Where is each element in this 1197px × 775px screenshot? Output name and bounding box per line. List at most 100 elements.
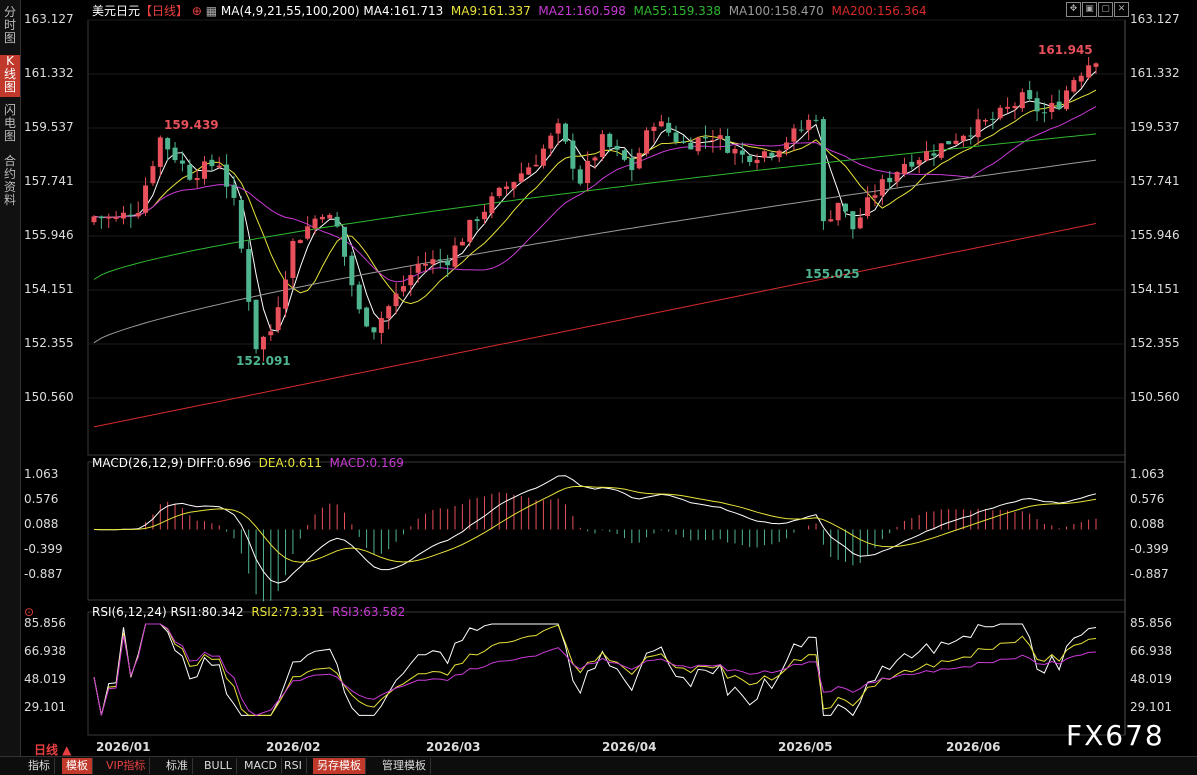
macd-diff: DIFF:0.696 [186, 456, 252, 470]
rsi2-line [93, 623, 1097, 716]
ma9-value: MA9:161.337 [450, 4, 531, 18]
candle-body [997, 107, 1003, 119]
candle-body [120, 212, 126, 219]
ma21-value: MA21:160.598 [538, 4, 626, 18]
candle-body [467, 219, 473, 242]
candle-body [202, 161, 208, 179]
candle-body [1012, 105, 1018, 109]
price-axis-label-left: 154.151 [24, 281, 74, 296]
candle-body [194, 178, 200, 181]
candle-body [688, 142, 694, 150]
candle-body [621, 150, 627, 160]
x-label-jun: 2026/06 [946, 740, 1001, 754]
candle-body [784, 142, 790, 150]
tab-bull[interactable]: BULL [200, 758, 237, 774]
candle-body [754, 159, 760, 164]
settings-grid-icon[interactable]: ▦ [206, 4, 217, 18]
panel-frame [87, 461, 1126, 601]
price-axis-label-right: 150.560 [1130, 390, 1180, 404]
price-axis-label-right: 157.741 [1130, 174, 1180, 188]
rsi2-value: RSI2:73.331 [251, 605, 325, 619]
restore-icon[interactable]: ▣ [1082, 2, 1097, 17]
candle-body [260, 336, 266, 350]
rsi-axis-label-right: 29.101 [1130, 700, 1172, 714]
candle-body [710, 140, 716, 142]
candle-body [459, 241, 465, 246]
x-label-feb: 2026/02 [266, 740, 321, 754]
candle-body [415, 263, 421, 273]
fullscreen-icon[interactable]: ✥ [1066, 2, 1081, 17]
candle-body [511, 182, 517, 189]
crosshair-icon[interactable]: ⊕ [192, 4, 202, 18]
price-axis-label-right: 152.355 [1130, 336, 1180, 350]
price-axis-label-left: 155.946 [24, 227, 74, 242]
tab-rsi[interactable]: RSI [280, 758, 307, 774]
tab-indicators[interactable]: 指标 [24, 758, 55, 774]
candle-body [820, 119, 826, 222]
candle-body [430, 259, 436, 265]
tab-template[interactable]: 模板 [62, 758, 93, 774]
candle-body [1019, 92, 1025, 109]
tab-standard[interactable]: 标准 [162, 758, 193, 774]
candle-body [975, 119, 981, 138]
ma9-line [93, 89, 1097, 305]
candle-body [946, 141, 952, 145]
price-axis-label-left: 161.332 [24, 65, 74, 80]
candle-body [268, 331, 274, 336]
candle-body [607, 133, 613, 148]
candle-body [585, 160, 591, 184]
candle-body [1093, 63, 1099, 67]
candle-body [238, 200, 244, 249]
rsi-title: RSI(6,12,24) [92, 605, 167, 619]
candle-body [791, 128, 797, 142]
candle-body [216, 165, 222, 168]
candle-body [452, 245, 458, 267]
candle-body [636, 152, 642, 169]
candle-body [179, 160, 185, 164]
candle-body [496, 187, 502, 197]
annotation-high-1: 159.439 [164, 118, 219, 132]
symbol-name: 美元日元 [92, 4, 141, 18]
candle-body [437, 259, 443, 261]
annotation-high-2: 161.945 [1038, 43, 1093, 57]
tab-macd[interactable]: MACD [240, 758, 282, 774]
candle-body [747, 155, 753, 162]
candle-body [1056, 101, 1062, 109]
candle-body [982, 120, 988, 122]
ma100-line [93, 159, 1097, 344]
candle-body [165, 138, 171, 150]
candle-body [143, 185, 149, 213]
chart-canvas[interactable] [0, 0, 1197, 756]
maximize-icon[interactable]: ▢ [1098, 2, 1113, 17]
tab-save-template[interactable]: 另存模板 [313, 758, 366, 774]
rsi-panel [93, 623, 1097, 717]
price-axis-label-right: 154.151 [1130, 281, 1180, 296]
macd-axis-label-left: 0.088 [24, 517, 59, 531]
candle-body [879, 179, 885, 196]
tab-vip-indicators[interactable]: VIP指标 [102, 758, 151, 774]
candle-body [938, 143, 944, 158]
candle-body [224, 164, 230, 187]
candle-body [769, 152, 775, 157]
candle-body [91, 216, 97, 223]
price-header: 美元日元【日线】 ⊕ ▦ MA(4,9,21,55,100,200) MA4:1… [92, 2, 927, 18]
candle-body [555, 123, 561, 134]
candle-body [894, 172, 900, 182]
candle-body [533, 164, 539, 167]
x-label-mar: 2026/03 [426, 740, 481, 754]
price-axis-label-right: 163.127 [1130, 12, 1180, 26]
macd-panel [93, 475, 1097, 602]
ma21-line [93, 106, 1097, 283]
close-icon[interactable]: ✕ [1114, 2, 1129, 17]
candle-body [386, 306, 392, 319]
macd-axis-label-right: -0.399 [1130, 541, 1169, 556]
candle-body [666, 122, 672, 133]
tab-manage-template[interactable]: 管理模板 [378, 758, 431, 774]
candle-body [1041, 112, 1047, 114]
candle-body [356, 284, 362, 310]
candle-body [798, 129, 804, 131]
macd-title: MACD(26,12,9) [92, 456, 184, 470]
candle-body [1086, 65, 1092, 78]
candle-body [481, 211, 487, 220]
candle-body [813, 119, 819, 121]
